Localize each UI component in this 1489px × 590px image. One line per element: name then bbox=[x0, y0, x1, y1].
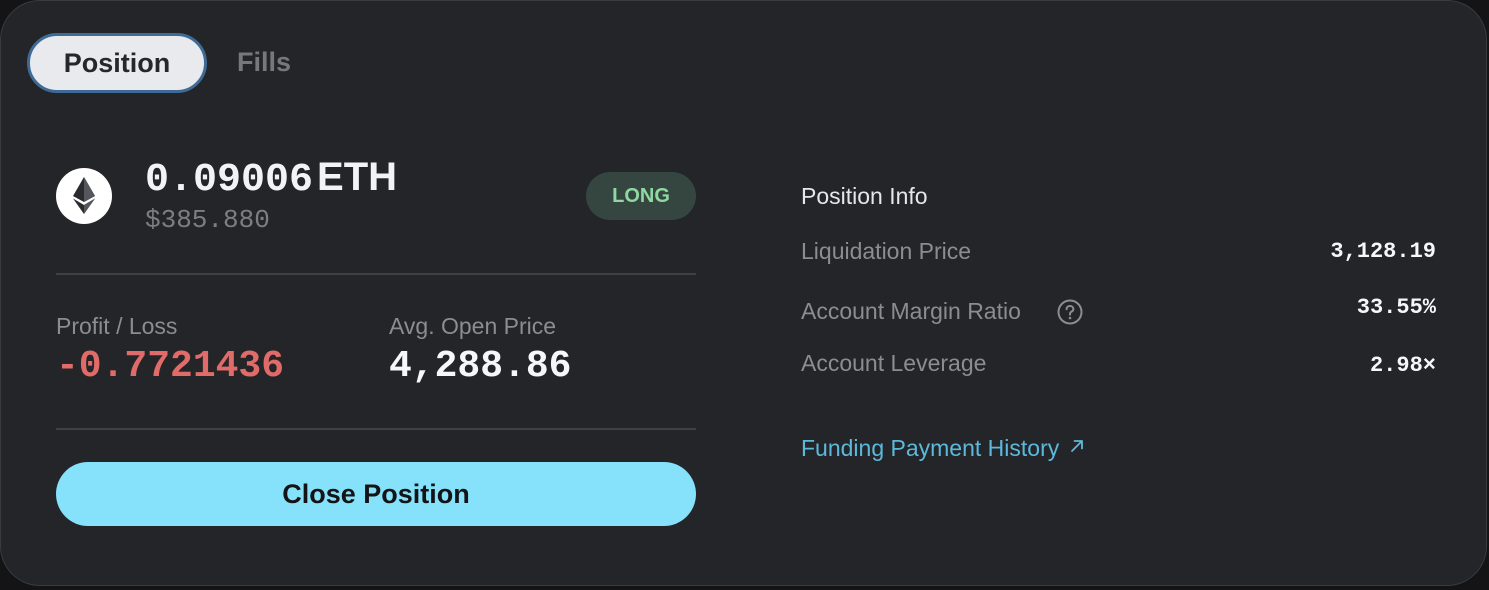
position-amount: 0.09006 ETH bbox=[145, 155, 397, 203]
position-panel: Position Fills 0.09006 ETH $385.880 LONG … bbox=[0, 0, 1487, 586]
position-amount-value: 0.09006 bbox=[145, 158, 314, 203]
side-badge: LONG bbox=[586, 172, 696, 220]
avg-open-price-value: 4,288.86 bbox=[389, 345, 572, 388]
funding-payment-history-label: Funding Payment History bbox=[801, 435, 1060, 461]
avg-open-price-label: Avg. Open Price bbox=[389, 313, 557, 339]
pnl-value: -0.7721436 bbox=[56, 345, 285, 388]
help-icon[interactable] bbox=[1057, 299, 1083, 325]
funding-payment-history-link[interactable]: Funding Payment History bbox=[801, 435, 1085, 462]
liquidation-price-value: 3,128.19 bbox=[1330, 239, 1436, 264]
tab-fills[interactable]: Fills bbox=[237, 47, 291, 78]
liquidation-price-label: Liquidation Price bbox=[801, 238, 972, 264]
divider-top bbox=[56, 273, 696, 275]
margin-ratio-label: Account Margin Ratio bbox=[801, 298, 1021, 324]
position-info-title: Position Info bbox=[801, 183, 928, 209]
position-usd-value: $385.880 bbox=[145, 205, 270, 235]
external-link-icon bbox=[1071, 440, 1084, 452]
ethereum-icon bbox=[56, 168, 112, 224]
divider-bottom bbox=[56, 428, 696, 430]
tab-position[interactable]: Position bbox=[27, 33, 207, 93]
account-leverage-value: 2.98× bbox=[1369, 353, 1436, 378]
margin-ratio-value: 33.55% bbox=[1356, 295, 1436, 320]
pnl-label: Profit / Loss bbox=[56, 313, 178, 339]
position-amount-unit: ETH bbox=[317, 155, 398, 199]
close-position-button[interactable]: Close Position bbox=[56, 462, 696, 526]
account-leverage-label: Account Leverage bbox=[801, 350, 987, 376]
